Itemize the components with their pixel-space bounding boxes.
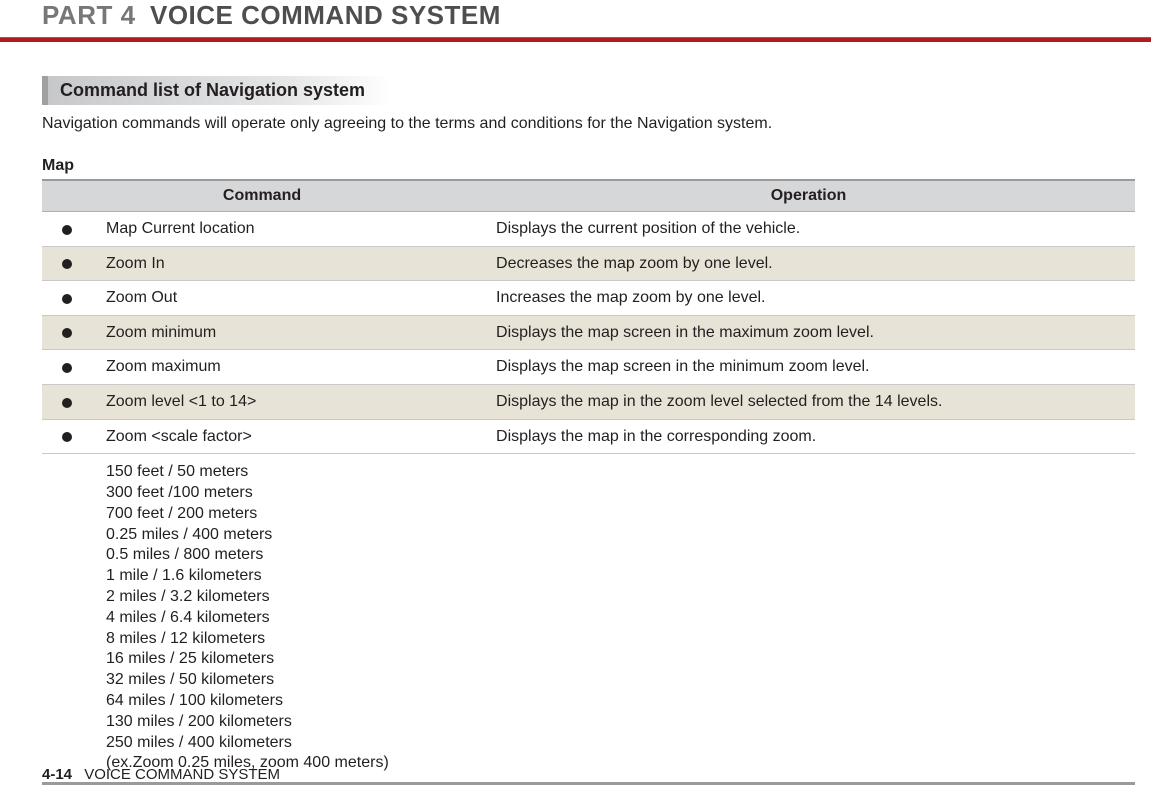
operation-cell: Displays the map in the zoom level selec… xyxy=(482,384,1135,419)
table-row: Zoom In Decreases the map zoom by one le… xyxy=(42,246,1135,281)
command-cell: Zoom In xyxy=(92,246,482,281)
bullet-icon xyxy=(42,246,92,281)
chapter-title: VOICE COMMAND SYSTEM xyxy=(150,0,501,30)
content-area: Command list of Navigation system Naviga… xyxy=(0,42,1151,785)
command-cell: Zoom level <1 to 14> xyxy=(92,384,482,419)
operation-cell: Decreases the map zoom by one level. xyxy=(482,246,1135,281)
command-cell: Map Current location xyxy=(92,212,482,247)
page-number: 4-14 xyxy=(42,766,72,783)
command-cell: Zoom Out xyxy=(92,281,482,316)
table-row: Zoom level <1 to 14> Displays the map in… xyxy=(42,384,1135,419)
operation-cell: Displays the map screen in the minimum z… xyxy=(482,350,1135,385)
table-title: Map xyxy=(42,157,1131,175)
table-row: Zoom <scale factor> Displays the map in … xyxy=(42,419,1135,454)
chapter-header: PART 4 VOICE COMMAND SYSTEM xyxy=(0,0,1151,37)
table-row: Zoom Out Increases the map zoom by one l… xyxy=(42,281,1135,316)
table-header-row: Command Operation xyxy=(42,180,1135,212)
command-table: Command Operation Map Current location D… xyxy=(42,179,1135,785)
table-row: Zoom minimum Displays the map screen in … xyxy=(42,315,1135,350)
table-row: Zoom maximum Displays the map screen in … xyxy=(42,350,1135,385)
running-title: VOICE COMMAND SYSTEM xyxy=(84,766,280,783)
operation-cell xyxy=(482,454,1135,784)
part-label: PART 4 xyxy=(42,0,136,30)
table-row: Map Current location Displays the curren… xyxy=(42,212,1135,247)
table-row: 150 feet / 50 meters 300 feet /100 meter… xyxy=(42,454,1135,784)
document-page: PART 4 VOICE COMMAND SYSTEM Command list… xyxy=(0,0,1151,803)
bullet-icon xyxy=(42,315,92,350)
command-cell: Zoom <scale factor> xyxy=(92,419,482,454)
command-cell: Zoom maximum xyxy=(92,350,482,385)
operation-cell: Increases the map zoom by one level. xyxy=(482,281,1135,316)
command-cell: 150 feet / 50 meters 300 feet /100 meter… xyxy=(92,454,482,784)
bullet-icon xyxy=(42,419,92,454)
bullet-icon xyxy=(42,350,92,385)
operation-cell: Displays the map screen in the maximum z… xyxy=(482,315,1135,350)
operation-cell: Displays the current position of the veh… xyxy=(482,212,1135,247)
operation-cell: Displays the map in the corresponding zo… xyxy=(482,419,1135,454)
bullet-icon xyxy=(42,281,92,316)
intro-text: Navigation commands will operate only ag… xyxy=(42,115,1131,133)
command-cell: Zoom minimum xyxy=(92,315,482,350)
bullet-icon xyxy=(42,384,92,419)
empty-cell xyxy=(42,454,92,784)
section-heading: Command list of Navigation system xyxy=(42,76,391,105)
col-header-operation: Operation xyxy=(482,180,1135,212)
page-footer: 4-14 VOICE COMMAND SYSTEM xyxy=(42,766,280,783)
col-header-command: Command xyxy=(42,180,482,212)
bullet-icon xyxy=(42,212,92,247)
